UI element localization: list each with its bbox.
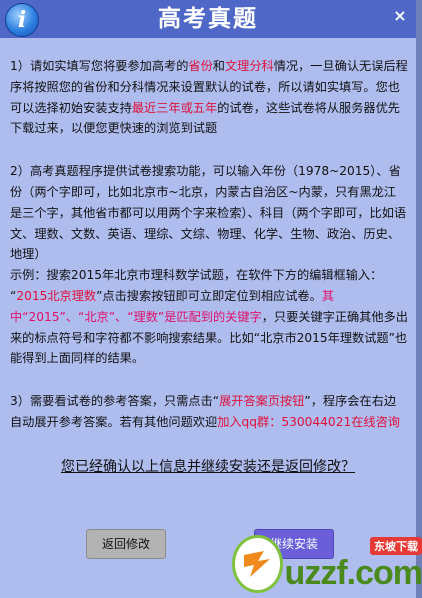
confirm-question: 您已经确认以上信息并继续安装还是返回修改？ bbox=[61, 459, 355, 475]
paragraph-1: 1）请如实填写您将要参加高考的省份和文理分科情况，一旦确认无误后程序将按照您的省… bbox=[10, 56, 408, 139]
paragraph-2: 2）高考真题程序提供试卷搜索功能，可以输入年份（1978~2015）、省份（两个… bbox=[10, 161, 408, 369]
p3-highlight-qq: 加入qq群：530044021在线咨询 bbox=[217, 414, 400, 429]
watermark-top: 东坡下载 bbox=[370, 537, 422, 555]
p3-highlight-button: 展开答案页按钮 bbox=[219, 394, 305, 409]
p1-text-a: 1）请如实填写您将要参加高考的 bbox=[10, 59, 189, 73]
back-button[interactable]: 返回修改 bbox=[86, 529, 166, 559]
watermark-logo-icon bbox=[232, 535, 283, 593]
watermark: 东坡下载 uzzf.com bbox=[232, 535, 422, 593]
p1-highlight-province: 省份 bbox=[188, 59, 213, 73]
p1-highlight-subject: 文理分科 bbox=[224, 59, 274, 73]
p1-highlight-years: 最近三年或五年 bbox=[131, 100, 218, 115]
watermark-text: 东坡下载 uzzf.com bbox=[285, 537, 422, 591]
close-icon[interactable]: × bbox=[390, 6, 410, 26]
title-bar: i 高考真题 × bbox=[0, 0, 416, 38]
installer-dialog: i 高考真题 × 1）请如实填写您将要参加高考的省份和文理分科情况，一旦确认无误… bbox=[0, 0, 422, 598]
p1-text-c: 和 bbox=[212, 59, 225, 73]
p2-text-e: ”点击搜索按钮即可立即定位到相应试卷。 bbox=[96, 288, 322, 303]
p3-text-a: 3）需要看试卷的参考答案，只需点击“ bbox=[10, 394, 220, 409]
info-text: 1）请如实填写您将要参加高考的省份和文理分科情况，一旦确认无误后程序将按照您的省… bbox=[10, 56, 408, 455]
dialog-title: 高考真题 bbox=[158, 6, 258, 32]
p2-highlight-query: 2015北京理数 bbox=[16, 288, 97, 303]
paragraph-3: 3）需要看试卷的参考答案，只需点击“展开答案页按钮”，程序会在右边自动展开参考答… bbox=[10, 391, 408, 433]
p2-example: 示例：搜索2015年北京市理科数学试题，在软件下方的编辑框输入： bbox=[10, 268, 383, 283]
watermark-brand: uzzf.com bbox=[284, 554, 422, 592]
p2-text-a: 2）高考真题程序提供试卷搜索功能，可以输入年份（1978~2015）、省份（两个… bbox=[10, 164, 407, 262]
